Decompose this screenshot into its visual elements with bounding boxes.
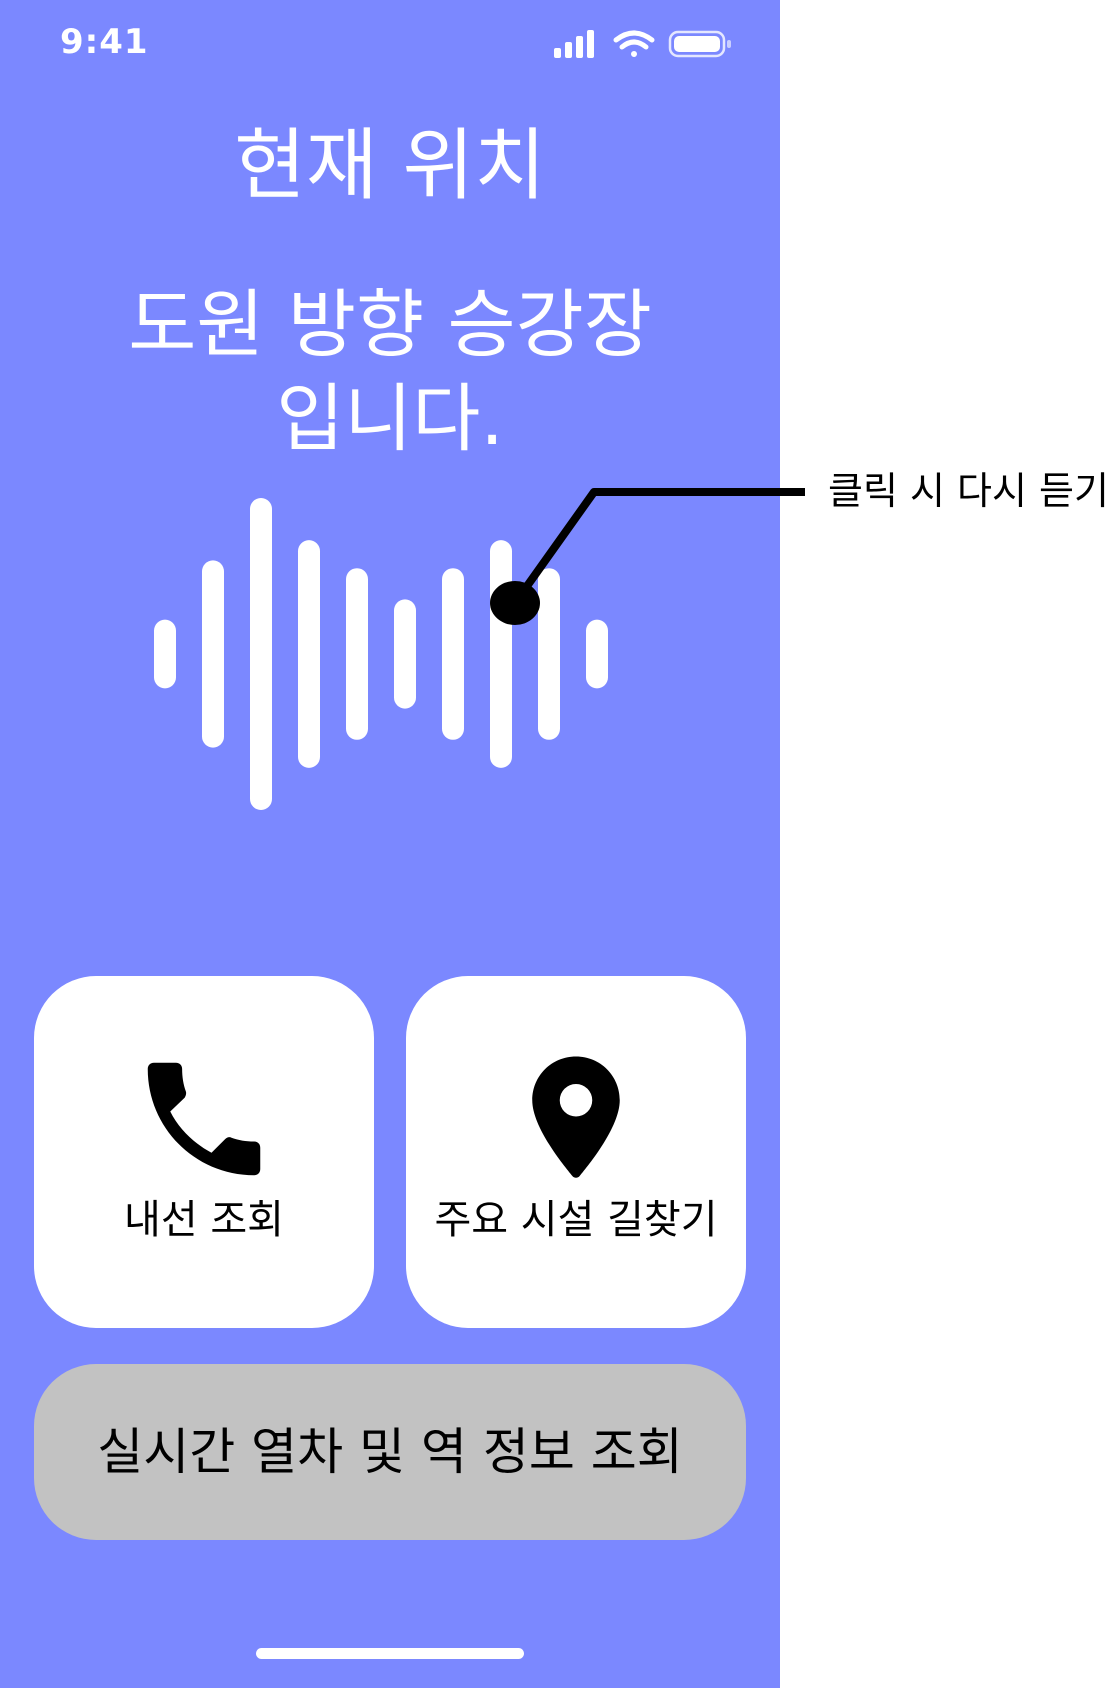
home-indicator [256, 1648, 524, 1659]
status-time: 9:41 [60, 22, 149, 62]
waveform-bar [538, 568, 560, 740]
realtime-train-info-label: 실시간 열차 및 역 정보 조회 [97, 1423, 683, 1481]
extension-lookup-button[interactable]: 내선 조회 [34, 976, 374, 1328]
waveform-bar [298, 540, 320, 768]
phone-screen: 9:41 현재 위치 도원 방향 승강장 입니다. 내선 조회 주요 시설 길찾… [0, 0, 780, 1688]
status-icons [554, 30, 731, 58]
facility-navigation-button[interactable]: 주요 시설 길찾기 [406, 976, 746, 1328]
waveform-bar [202, 560, 224, 748]
signal-icon [554, 30, 594, 58]
waveform-bar [586, 619, 608, 689]
realtime-train-info-button[interactable]: 실시간 열차 및 역 정보 조회 [34, 1364, 746, 1540]
phone-icon [34, 1044, 374, 1194]
waveform-bar [442, 568, 464, 740]
facility-navigation-label: 주요 시설 길찾기 [434, 1197, 718, 1243]
page-title: 현재 위치 [234, 121, 546, 211]
extension-lookup-label: 내선 조회 [124, 1197, 284, 1243]
waveform-bar [250, 498, 272, 810]
annotation-label: 클릭 시 다시 듣기 [828, 469, 1109, 513]
page: 9:41 현재 위치 도원 방향 승강장 입니다. 내선 조회 주요 시설 길찾… [0, 0, 1119, 1688]
map-pin-icon [406, 1044, 746, 1194]
battery-icon [668, 30, 731, 58]
location-message: 도원 방향 승강장 입니다. [128, 282, 652, 462]
audio-waveform-icon[interactable] [140, 480, 640, 830]
waveform-bar [490, 540, 512, 768]
waveform-bar [154, 619, 176, 689]
wifi-icon [613, 30, 655, 57]
waveform-bar [394, 599, 416, 709]
waveform-bar [346, 568, 368, 740]
